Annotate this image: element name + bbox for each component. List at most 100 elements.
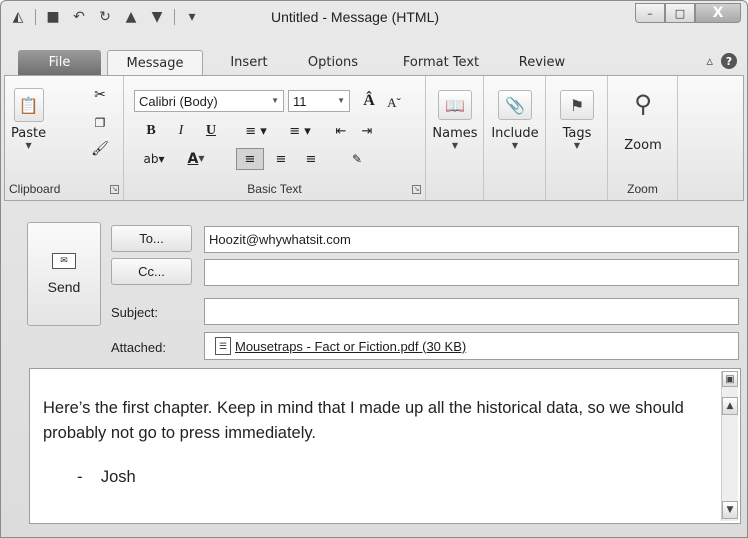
- decrease-indent-icon[interactable]: ⇤: [330, 120, 352, 142]
- zoom-group-label: Zoom: [627, 182, 658, 196]
- minimize-button[interactable]: –: [635, 3, 665, 23]
- window-controls: – □ X: [635, 3, 741, 23]
- send-label: Send: [47, 279, 81, 295]
- tags-group: ⚑ Tags ▼: [546, 76, 608, 200]
- clipboard-launcher-icon[interactable]: ↘: [110, 185, 119, 194]
- zoom-label: Zoom: [624, 138, 662, 153]
- font-color-button[interactable]: A ▼: [178, 148, 214, 170]
- cut-icon[interactable]: ✂: [89, 84, 111, 106]
- maximize-button[interactable]: □: [665, 3, 695, 23]
- font-name-combo[interactable]: Calibri (Body) ▼: [134, 90, 284, 112]
- italic-button[interactable]: I: [172, 120, 190, 142]
- flag-icon: ⚑: [560, 90, 594, 120]
- clipboard-group: 📋 Paste ▼ ✂ ❐ 🖌 Clipboard ↘: [5, 76, 124, 200]
- align-left-icon[interactable]: ≡: [236, 148, 264, 170]
- magnifier-icon: ⚲: [634, 90, 652, 118]
- tags-label: Tags: [562, 126, 592, 141]
- zoom-group: ⚲ Zoom Zoom: [608, 76, 678, 200]
- format-painter-icon[interactable]: 🖌: [89, 138, 111, 160]
- zoom-button[interactable]: ⚲ Zoom: [618, 86, 668, 153]
- scroll-down-icon[interactable]: ▼: [722, 501, 738, 519]
- collapse-ribbon-icon[interactable]: ▵: [706, 54, 713, 69]
- redo-icon[interactable]: ↻: [96, 8, 114, 26]
- font-color-label: A: [187, 151, 199, 167]
- basic-text-group-label: Basic Text: [247, 182, 302, 196]
- bullets-icon[interactable]: ≡ ▾: [236, 120, 276, 142]
- basic-text-group: Calibri (Body) ▼ 11 ▼ Â Aˇ B I U ≡ ▾ ≡ …: [124, 76, 426, 200]
- align-right-icon[interactable]: ≡: [298, 148, 324, 170]
- shrink-font-icon[interactable]: Aˇ: [384, 92, 404, 114]
- copy-icon[interactable]: ❐: [89, 112, 111, 134]
- send-envelope-icon: ✉: [52, 253, 76, 269]
- chevron-down-icon: ▼: [573, 141, 581, 150]
- qat-separator: [174, 9, 175, 25]
- customize-qat-icon[interactable]: ▾: [183, 8, 201, 26]
- subject-label: Subject:: [111, 305, 158, 320]
- tab-file[interactable]: File: [18, 50, 101, 75]
- tab-insert[interactable]: Insert: [217, 50, 281, 75]
- next-item-icon[interactable]: ▼: [148, 8, 166, 26]
- align-center-icon[interactable]: ≡: [268, 148, 294, 170]
- underline-button[interactable]: U: [202, 120, 220, 142]
- previous-item-icon[interactable]: ▲: [122, 8, 140, 26]
- save-icon[interactable]: ■: [44, 8, 62, 26]
- font-size-combo[interactable]: 11 ▼: [288, 90, 350, 112]
- increase-indent-icon[interactable]: ⇥: [356, 120, 378, 142]
- pdf-icon: ☰: [215, 337, 231, 355]
- clear-formatting-icon[interactable]: ✎: [344, 148, 370, 170]
- tab-options[interactable]: Options: [297, 50, 369, 75]
- attached-label: Attached:: [111, 340, 166, 355]
- paste-button[interactable]: 📋 Paste ▼: [11, 88, 46, 151]
- chevron-down-icon: ▼: [511, 141, 519, 150]
- title-bar: ◭ ■ ↶ ↻ ▲ ▼ ▾ Untitled - Message (HTML) …: [1, 1, 747, 35]
- ribbon-tabs: File Message Insert Options Format Text …: [1, 47, 747, 76]
- numbering-icon[interactable]: ≡ ▾: [280, 120, 320, 142]
- names-button[interactable]: 📖 Names ▼: [430, 90, 480, 151]
- vertical-scrollbar[interactable]: ▣ ▲ ▼: [721, 371, 738, 521]
- close-button[interactable]: X: [695, 3, 741, 23]
- scroll-up-icon[interactable]: ▲: [722, 397, 738, 415]
- qat-separator: [35, 9, 36, 25]
- ribbon: 📋 Paste ▼ ✂ ❐ 🖌 Clipboard ↘ Calibri (Bod…: [4, 75, 744, 201]
- include-group: 📎 Include ▼: [484, 76, 546, 200]
- message-body-text: Here’s the first chapter. Keep in mind t…: [43, 399, 684, 442]
- names-group: 📖 Names ▼: [426, 76, 484, 200]
- send-button[interactable]: ✉ Send: [27, 222, 101, 326]
- cc-button[interactable]: Cc...: [111, 258, 192, 285]
- font-size-value: 11: [293, 93, 307, 109]
- undo-icon[interactable]: ↶: [70, 8, 88, 26]
- paperclip-icon: 📎: [498, 90, 532, 120]
- quick-access-toolbar: ◭ ■ ↶ ↻ ▲ ▼ ▾: [9, 8, 201, 26]
- clipboard-icon: 📋: [13, 88, 44, 122]
- tab-review[interactable]: Review: [507, 50, 577, 75]
- attachment-field: ☰ Mousetraps - Fact or Fiction.pdf (30 K…: [204, 332, 739, 360]
- grow-font-icon[interactable]: Â: [358, 90, 380, 112]
- highlight-icon[interactable]: ab▾: [134, 148, 174, 170]
- names-label: Names: [432, 126, 478, 141]
- address-book-icon: 📖: [438, 90, 472, 120]
- include-label: Include: [491, 126, 539, 141]
- status-bar: [4, 526, 744, 536]
- chevron-down-icon: ▼: [25, 141, 32, 150]
- attachment-link[interactable]: Mousetraps - Fact or Fiction.pdf (30 KB): [235, 339, 466, 354]
- tags-button[interactable]: ⚑ Tags ▼: [552, 90, 602, 151]
- window-title: Untitled - Message (HTML): [271, 9, 440, 25]
- chevron-down-icon: ▼: [271, 96, 279, 105]
- tab-message[interactable]: Message: [107, 50, 203, 76]
- basic-text-launcher-icon[interactable]: ↘: [412, 185, 421, 194]
- tab-format-text[interactable]: Format Text: [391, 50, 491, 75]
- clipboard-group-label: Clipboard: [9, 182, 61, 196]
- help-icon[interactable]: ?: [721, 53, 737, 69]
- chevron-down-icon: ▼: [451, 141, 459, 150]
- bold-button[interactable]: B: [142, 120, 160, 142]
- message-body[interactable]: Here’s the first chapter. Keep in mind t…: [29, 368, 741, 524]
- subject-field[interactable]: [204, 298, 739, 325]
- cc-field[interactable]: [204, 259, 739, 286]
- to-button[interactable]: To...: [111, 225, 192, 252]
- outlook-app-icon[interactable]: ◭: [9, 8, 27, 26]
- ruler-toggle-icon[interactable]: ▣: [722, 371, 738, 387]
- paste-label: Paste: [11, 126, 47, 141]
- to-field[interactable]: Hoozit@whywhatsit.com: [204, 226, 739, 253]
- include-button[interactable]: 📎 Include ▼: [488, 90, 542, 151]
- font-name-value: Calibri (Body): [139, 93, 218, 109]
